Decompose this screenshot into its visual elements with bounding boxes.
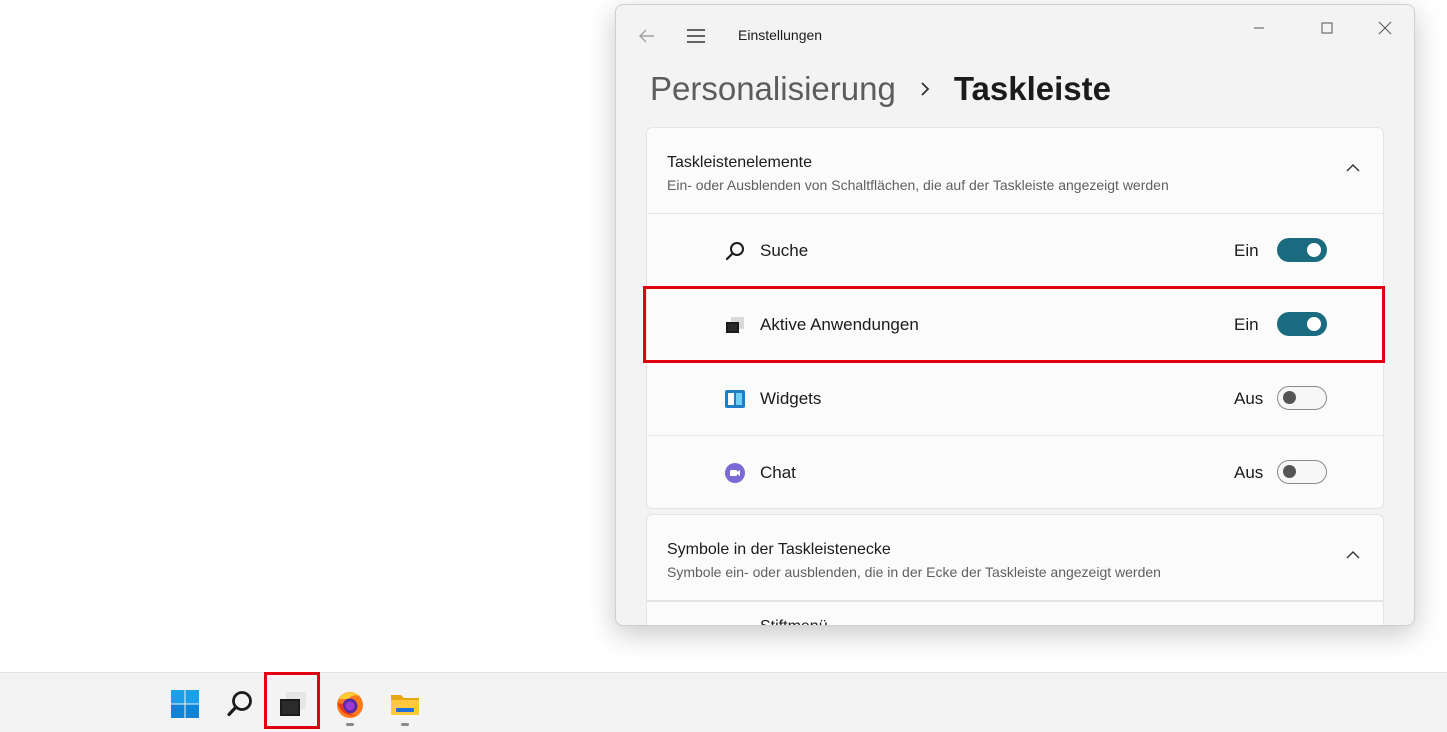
- firefox-icon[interactable]: [335, 689, 365, 719]
- setting-row-search: Suche Ein: [647, 214, 1383, 288]
- chevron-right-icon: [921, 82, 930, 96]
- maximize-button[interactable]: [1304, 13, 1350, 43]
- toggle-knob: [1283, 391, 1296, 404]
- search-icon[interactable]: [225, 689, 255, 719]
- toggle-state-text: Aus: [1234, 463, 1264, 482]
- chevron-up-icon[interactable]: [1345, 162, 1361, 174]
- search-toggle[interactable]: [1277, 238, 1327, 262]
- running-indicator: [401, 723, 409, 726]
- taskbar-corner-icons-section: Symbole in der Taskleistenecke Symbole e…: [646, 514, 1384, 625]
- search-icon: [725, 242, 744, 261]
- widgets-icon: [725, 390, 745, 408]
- setting-row-chat: Chat Aus: [647, 436, 1383, 509]
- highlight-box: [643, 286, 1385, 363]
- toggle-state-text: Ein: [1234, 241, 1259, 260]
- section-subtitle: Symbole ein- oder ausblenden, die in der…: [667, 564, 1161, 580]
- setting-label: Chat: [760, 463, 796, 482]
- section-subtitle: Ein- oder Ausblenden von Schaltflächen, …: [667, 177, 1169, 193]
- toggle-knob: [1283, 465, 1296, 478]
- toggle-knob: [1307, 243, 1321, 257]
- hamburger-menu-icon[interactable]: [684, 25, 708, 47]
- breadcrumb-parent[interactable]: Personalisierung: [650, 70, 896, 108]
- chevron-up-icon[interactable]: [1345, 549, 1361, 561]
- toggle-state-text: Aus: [1234, 389, 1264, 408]
- running-indicator: [346, 723, 354, 726]
- chat-icon: [725, 463, 745, 483]
- setting-label: Stiftmenü: [760, 618, 828, 625]
- highlight-box: [264, 672, 320, 729]
- file-explorer-icon[interactable]: [390, 689, 420, 719]
- title-bar: Einstellungen: [616, 5, 1414, 65]
- section-title: Taskleistenelemente: [667, 154, 812, 171]
- page-title: Taskleiste: [953, 70, 1111, 107]
- setting-row-widgets: Widgets Aus: [647, 362, 1383, 436]
- minimize-button[interactable]: [1236, 13, 1282, 43]
- widgets-toggle[interactable]: [1277, 386, 1327, 410]
- windows-start-icon[interactable]: [170, 689, 200, 719]
- minimize-icon: [1254, 27, 1264, 29]
- close-button[interactable]: [1362, 13, 1408, 43]
- breadcrumb: Personalisierung Taskleiste: [650, 63, 1111, 115]
- setting-label: Suche: [760, 241, 809, 260]
- chat-toggle[interactable]: [1277, 460, 1327, 484]
- maximize-icon: [1321, 22, 1333, 34]
- setting-row-pen-menu: Stiftmenü: [647, 601, 1383, 625]
- taskbar: [0, 672, 1447, 732]
- back-arrow-icon[interactable]: [636, 25, 658, 47]
- close-icon: [1378, 21, 1392, 35]
- section-header[interactable]: Taskleistenelemente Ein- oder Ausblenden…: [647, 128, 1383, 214]
- setting-label: Widgets: [760, 389, 822, 408]
- section-title: Symbole in der Taskleistenecke: [667, 541, 891, 558]
- window-title: Einstellungen: [738, 27, 823, 43]
- section-header[interactable]: Symbole in der Taskleistenecke Symbole e…: [647, 515, 1383, 601]
